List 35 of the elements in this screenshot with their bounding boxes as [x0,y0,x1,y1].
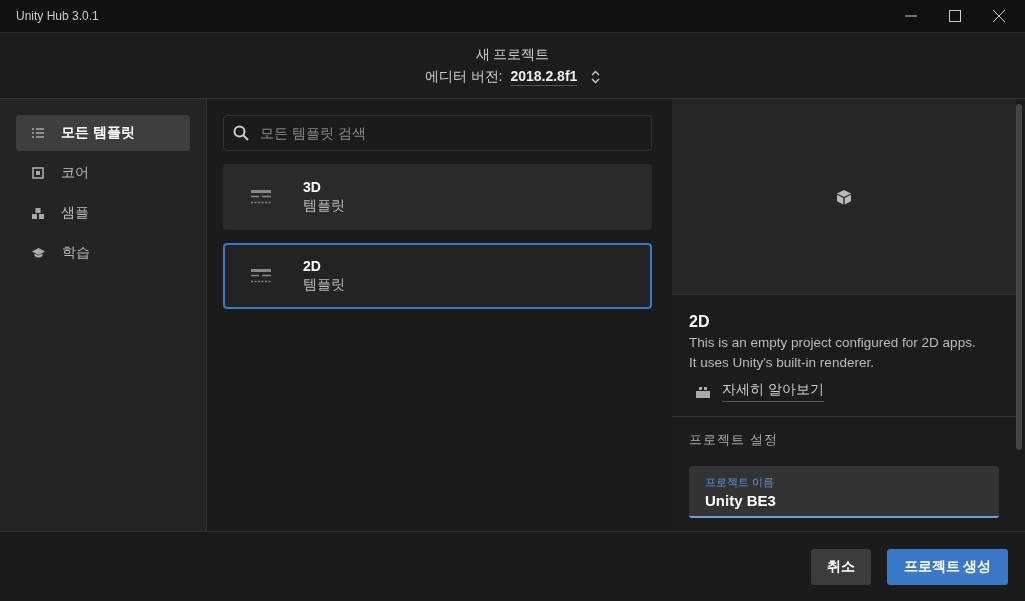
settings-heading: 프로젝트 설정 [689,431,779,449]
template-description: This is an empty project configured for 2D apps. It uses Unity's built-in renderer. [689,334,976,372]
dialog-title: 새 프로젝트 [475,45,550,64]
template-type: 템플릿 [303,197,345,215]
scrollbar-thumb[interactable] [1016,104,1022,450]
template-icon [251,269,271,283]
cancel-button[interactable]: 취소 [811,548,871,585]
sidebar-item[interactable]: 샘플 [16,195,190,231]
cube-icon [836,188,852,205]
sidebar-item[interactable]: 학습 [16,235,190,271]
maximize-icon[interactable] [949,10,961,22]
package-icon [696,385,710,398]
editor-version-select[interactable]: 2018.2.8f1 [510,67,578,86]
template-card[interactable]: 2D 템플릿 [223,243,652,309]
editor-version-label: 에디터 버전: [424,67,503,86]
template-card[interactable]: 3D 템플릿 [223,164,652,230]
sidebar-item[interactable]: 모든 템플릿 [16,115,190,151]
graduation-cap-icon [32,248,45,258]
template-title: 2D [689,313,711,331]
floating-label: 프로젝트 이름 [705,475,775,490]
learn-more-link[interactable]: 자세히 알아보기 [722,381,824,402]
sidebar-item[interactable]: 코어 [16,155,190,191]
close-icon[interactable] [993,10,1005,22]
create-project-button[interactable]: 프로젝트 생성 [887,548,1008,585]
blocks-icon [32,207,44,219]
up-down-chevron-icon[interactable] [591,69,601,84]
search-icon [233,125,249,141]
template-icon [251,190,271,204]
list-icon [32,128,44,138]
template-name: 3D [303,179,322,195]
window-title: Unity Hub 3.0.1 [16,9,99,23]
template-type: 템플릿 [303,276,345,294]
template-name: 2D [303,258,322,274]
square-icon [32,167,44,179]
search-field[interactable]: 모든 템플릿 검색 [223,115,652,151]
